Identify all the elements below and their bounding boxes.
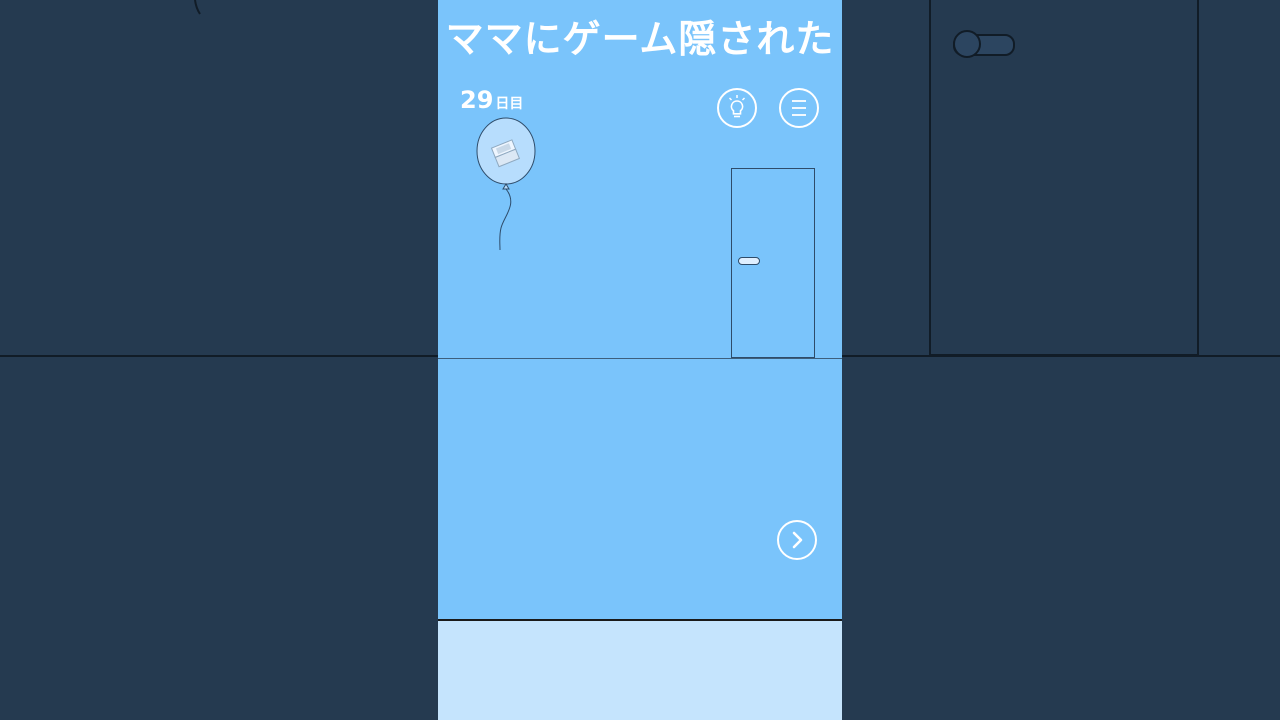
hint-button[interactable] — [717, 88, 757, 128]
background-left — [0, 0, 438, 720]
background-balloon-string — [194, 0, 201, 15]
next-button[interactable] — [777, 520, 817, 560]
menu-button[interactable] — [779, 88, 819, 128]
day-counter: 29 日目 — [460, 86, 523, 114]
bottom-panel — [438, 619, 842, 720]
hamburger-menu-icon — [792, 100, 806, 116]
screen: ママにゲーム隠された 29 日目 — [0, 0, 1280, 720]
game-panel: ママにゲーム隠された 29 日目 — [438, 0, 842, 720]
day-unit: 日目 — [495, 96, 524, 112]
lightbulb-icon — [728, 95, 746, 118]
balloon[interactable] — [474, 116, 544, 256]
floor-line — [438, 358, 842, 359]
door[interactable] — [731, 168, 815, 358]
background-floor-line-left — [0, 355, 438, 357]
day-number: 29 — [460, 86, 494, 114]
chevron-right-icon — [792, 531, 803, 549]
door-handle[interactable] — [738, 257, 760, 265]
background-door-handle — [953, 30, 1015, 58]
game-title: ママにゲーム隠された — [445, 17, 835, 61]
room-scene: ママにゲーム隠された 29 日目 — [438, 0, 842, 619]
